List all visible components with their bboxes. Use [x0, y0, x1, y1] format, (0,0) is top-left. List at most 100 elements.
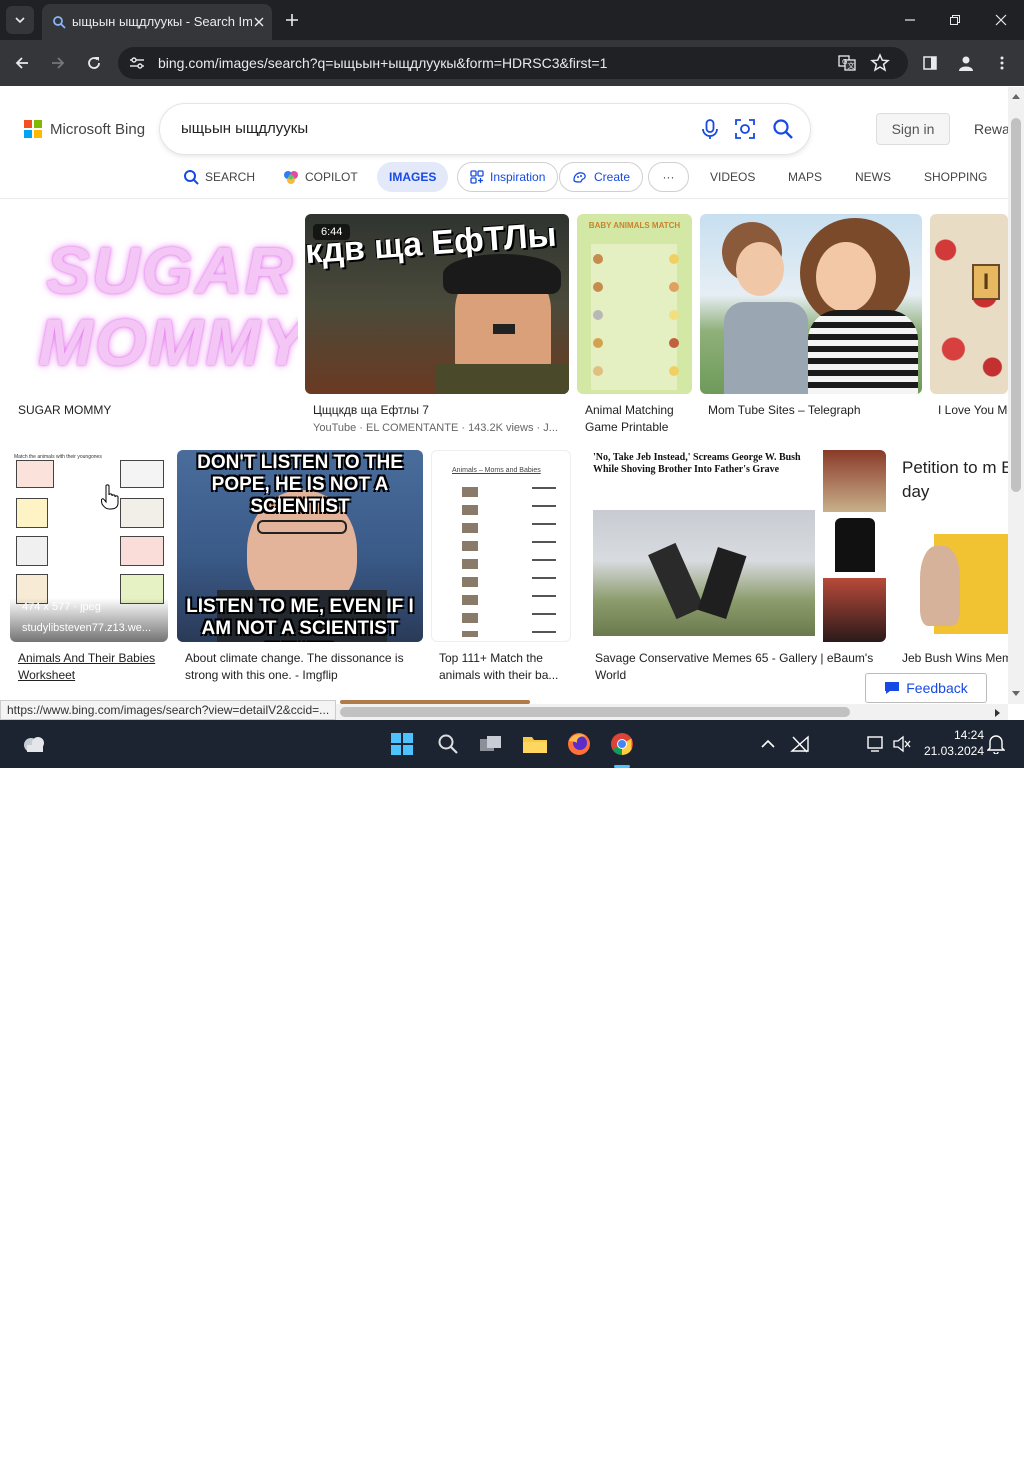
address-bar[interactable]: bing.com/images/search?q=ыщьын+ыщдлуукы&…: [118, 47, 908, 79]
firefox-icon: [568, 733, 590, 755]
search-icon: [438, 734, 458, 754]
network-button[interactable]: [784, 728, 816, 760]
result-caption[interactable]: Animal Matching Game Printable: [585, 402, 685, 436]
search-icon: [183, 169, 199, 185]
tab-maps[interactable]: MAPS: [788, 162, 822, 192]
taskbar-search-button[interactable]: [432, 728, 464, 760]
volume-muted-icon: [893, 735, 911, 753]
result-image-animals-babies[interactable]: Match the animals with their youngones 4…: [10, 450, 168, 642]
chevron-down-icon: [15, 17, 25, 24]
tab-close-icon[interactable]: [249, 12, 269, 32]
video-figure-mustache: [493, 324, 515, 334]
tab-shopping[interactable]: SHOPPING: [924, 162, 987, 192]
result-image-moms-babies[interactable]: Animals – Moms and Babies: [431, 450, 571, 642]
tab-search-button[interactable]: [6, 6, 34, 34]
scroll-up-arrow-icon[interactable]: [1011, 92, 1021, 100]
overlay-dimensions: 474 x 577 · jpeg: [22, 601, 101, 613]
result-caption[interactable]: Цщцкдв ща Ефтлы 7: [313, 402, 429, 419]
side-panel-button[interactable]: [918, 51, 942, 75]
minimize-button[interactable]: [898, 8, 922, 32]
result-image-climate-meme[interactable]: DON'T LISTEN TO THE POPE, HE IS NOT A SC…: [177, 450, 423, 642]
create-button[interactable]: Create: [559, 162, 644, 192]
input-language[interactable]: РУС: [826, 1457, 850, 1471]
tab-copilot[interactable]: COPILOT: [283, 162, 358, 192]
firefox-button[interactable]: [563, 728, 595, 760]
tab-videos-label: VIDEOS: [710, 170, 756, 184]
vertical-scroll-thumb[interactable]: [1011, 118, 1021, 492]
result-image-floral[interactable]: I: [930, 214, 1008, 394]
result-caption[interactable]: Animals And Their Babies Worksheet: [18, 650, 168, 684]
microphone-icon[interactable]: [700, 118, 720, 145]
result-caption[interactable]: SUGAR MOMMY: [18, 402, 111, 419]
bing-logo[interactable]: Microsoft Bing: [24, 120, 145, 138]
windows-taskbar: РУС: [0, 720, 1024, 1471]
tab-search[interactable]: SEARCH: [183, 162, 255, 192]
video-duration: 6:44: [313, 224, 351, 240]
card-pig: [16, 460, 54, 488]
network-disconnected-icon: [790, 735, 809, 753]
horizontal-scroll-thumb[interactable]: [340, 707, 850, 717]
result-caption[interactable]: Mom Tube Sites – Telegraph: [708, 402, 861, 419]
result-image-conservative-memes[interactable]: 'No, Take Jeb Instead,' Screams George W…: [591, 450, 886, 642]
tab-videos[interactable]: VIDEOS: [710, 162, 755, 192]
visual-search-icon[interactable]: [734, 118, 756, 145]
profile-button[interactable]: [954, 51, 978, 75]
search-input[interactable]: ыщьын ыщдлуукы: [181, 120, 308, 137]
file-explorer-button[interactable]: [519, 728, 551, 760]
news-headline: 'No, Take Jeb Instead,' Screams George W…: [593, 452, 801, 475]
sign-in-button[interactable]: Sign in: [876, 113, 950, 145]
new-tab-button[interactable]: [282, 10, 302, 30]
reload-button[interactable]: [82, 51, 106, 75]
chrome-button[interactable]: [606, 728, 638, 760]
tab-shopping-label: SHOPPING: [924, 170, 988, 184]
result-caption[interactable]: I Love You Mo... Cave: [938, 402, 1008, 419]
result-caption[interactable]: Jeb Bush Wins Mem...: [902, 650, 1008, 667]
chrome-menu-button[interactable]: [990, 51, 1014, 75]
result-video-thumbnail[interactable]: кдв ща ЕфТЛы 6:44: [305, 214, 569, 394]
tab-copilot-label: COPILOT: [305, 170, 358, 184]
bell-icon: [987, 735, 1005, 754]
floral-letter-tile: I: [972, 264, 1000, 300]
result-caption[interactable]: Savage Conservative Memes 65 - Gallery |…: [595, 650, 885, 684]
restore-button[interactable]: [943, 8, 967, 32]
volume-button[interactable]: [886, 728, 918, 760]
back-button[interactable]: [10, 51, 34, 75]
tab-images[interactable]: IMAGES: [377, 162, 449, 192]
scroll-right-arrow-icon[interactable]: [994, 708, 1002, 718]
site-info-icon[interactable]: [128, 54, 146, 77]
task-view-button[interactable]: [475, 728, 507, 760]
show-hidden-icons-button[interactable]: [752, 728, 784, 760]
start-button[interactable]: [386, 728, 418, 760]
result-source: YouTube · EL COMENTANTE · 143.2K views ·…: [313, 422, 558, 434]
translate-icon[interactable]: G文: [838, 54, 856, 77]
bookmark-star-icon[interactable]: [870, 53, 890, 78]
feedback-button[interactable]: Feedback: [865, 673, 987, 703]
tab-title: ыщьын ыщдлуукы - Search Images: [72, 14, 252, 29]
search-box[interactable]: ыщьын ыщдлуукы: [160, 104, 810, 154]
child-face: [736, 242, 784, 296]
browser-tab[interactable]: ыщьын ыщдлуукы - Search Images: [42, 4, 272, 40]
forward-button[interactable]: [46, 51, 70, 75]
close-icon: [995, 14, 1007, 26]
chevron-up-icon: [761, 739, 775, 748]
side-panel-icon: [923, 56, 937, 70]
result-image-petition[interactable]: Petition to m Bush day: [894, 450, 1008, 642]
feedback-icon: [885, 682, 900, 694]
close-window-button[interactable]: [989, 8, 1013, 32]
scroll-down-arrow-icon[interactable]: [1011, 690, 1021, 698]
tab-news[interactable]: NEWS: [855, 162, 891, 192]
worksheet-word-column: [532, 487, 556, 637]
search-icon[interactable]: [772, 118, 794, 145]
system-clock[interactable]: 14:24 21.03.2024: [918, 727, 984, 759]
result-image-sugar-mommy[interactable]: SUGAR MOMMY: [10, 214, 298, 394]
result-image-animal-matching[interactable]: BABY ANIMALS MATCH: [577, 214, 692, 394]
inspiration-button[interactable]: Inspiration: [457, 162, 559, 192]
more-options-button[interactable]: ···: [648, 162, 689, 192]
result-image-mom-and-son[interactable]: [700, 214, 922, 394]
result-caption[interactable]: Top 111+ Match the animals with their ba…: [439, 650, 569, 684]
weather-widget[interactable]: [18, 728, 50, 760]
notifications-button[interactable]: [980, 728, 1012, 760]
result-caption[interactable]: About climate change. The dissonance is …: [185, 650, 421, 684]
more-label: ···: [662, 170, 675, 184]
arrow-left-icon: [15, 57, 28, 69]
